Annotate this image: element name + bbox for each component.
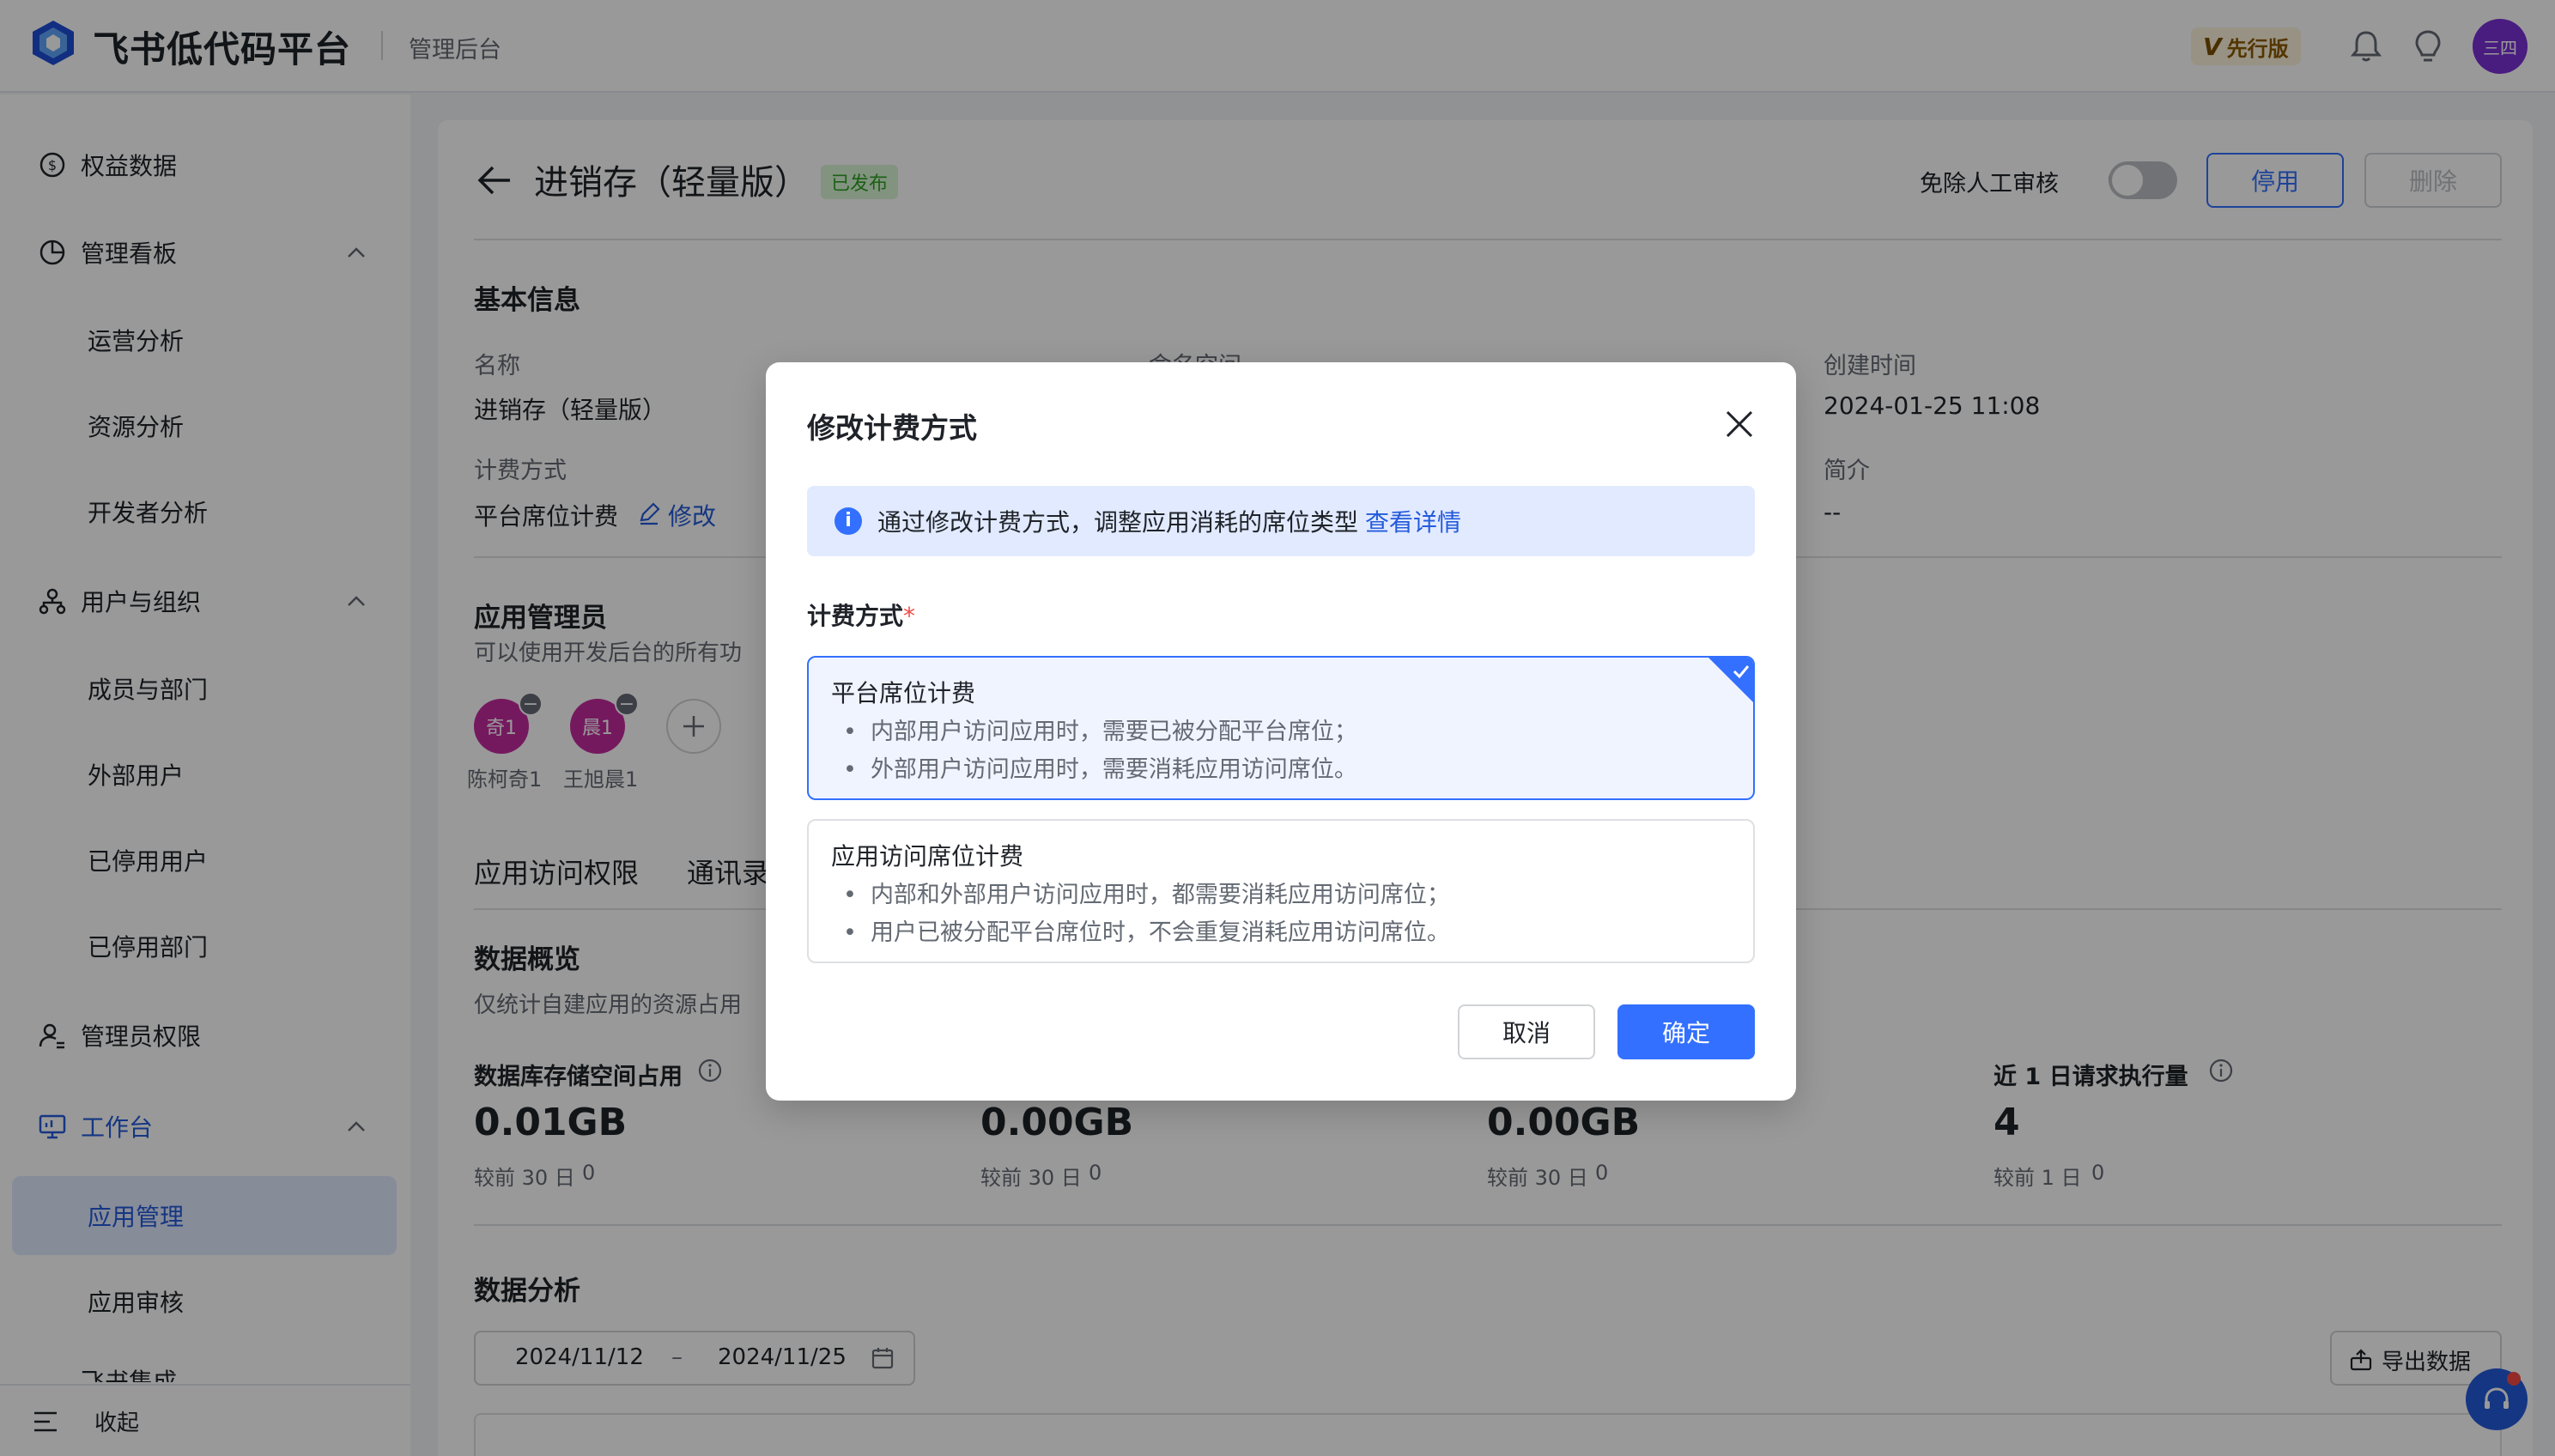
option-bullet: 内部用户访问应用时，需要已被分配平台席位； [843, 713, 1357, 746]
view-details-link[interactable]: 查看详情 [1365, 508, 1461, 537]
close-icon[interactable] [1722, 407, 1757, 441]
option-platform-seat[interactable]: 平台席位计费 内部用户访问应用时，需要已被分配平台席位； 外部用户访问应用时，需… [807, 656, 1755, 800]
option-bullet: 内部和外部用户访问应用时，都需要消耗应用访问席位； [843, 876, 1450, 909]
option-title: 应用访问席位计费 [831, 842, 1024, 871]
required-mark: * [903, 602, 916, 630]
notice-message: 通过修改计费方式，调整应用消耗的席位类型 [877, 508, 1359, 537]
billing-field-label: 计费方式* [807, 598, 915, 632]
option-bullet: 外部用户访问应用时，需要消耗应用访问席位。 [843, 750, 1357, 784]
cancel-button[interactable]: 取消 [1458, 1004, 1595, 1059]
option-title: 平台席位计费 [831, 679, 976, 707]
info-notice: i 通过修改计费方式，调整应用消耗的席位类型 查看详情 [807, 486, 1755, 556]
option-app-access-seat[interactable]: 应用访问席位计费 内部和外部用户访问应用时，都需要消耗应用访问席位； 用户已被分… [807, 819, 1755, 963]
check-icon [1708, 658, 1753, 702]
option-bullet: 用户已被分配平台席位时，不会重复消耗应用访问席位。 [843, 913, 1450, 947]
confirm-button[interactable]: 确定 [1617, 1004, 1755, 1059]
field-label-text: 计费方式 [807, 602, 904, 630]
modal-title: 修改计费方式 [807, 411, 977, 445]
info-filled-icon: i [834, 507, 862, 535]
billing-modal: 修改计费方式 i 通过修改计费方式，调整应用消耗的席位类型 查看详情 计费方式* … [766, 362, 1796, 1101]
notice-text: 通过修改计费方式，调整应用消耗的席位类型 查看详情 [877, 504, 1461, 538]
